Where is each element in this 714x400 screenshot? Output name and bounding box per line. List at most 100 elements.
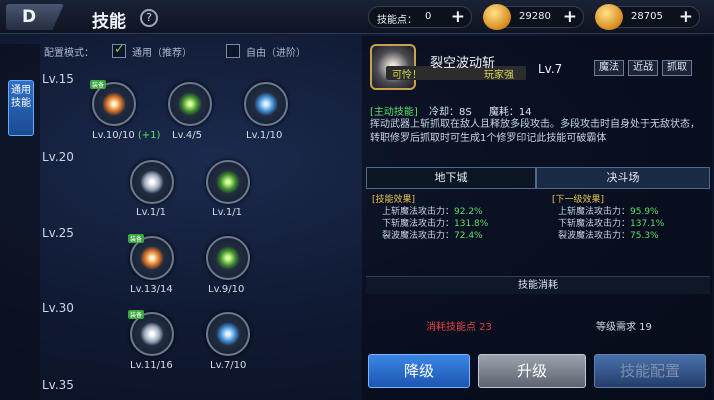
gold-icon xyxy=(483,4,511,30)
level-marker: Lv.30 xyxy=(42,301,74,315)
skill-point-cost: 消耗技能点 23 xyxy=(426,322,492,333)
effect-row: 下斩魔法攻击力：131.8% xyxy=(372,218,488,230)
next-effects-header: [下一级效果] xyxy=(552,195,605,205)
effect-name: 上斩魔法攻击力： xyxy=(558,207,631,217)
tab-dungeon[interactable]: 地下城 xyxy=(366,167,536,189)
general-mode-checkbox[interactable] xyxy=(112,42,126,58)
skill-level: Lv.7 xyxy=(538,62,563,76)
upgrade-button[interactable]: 升级 xyxy=(478,354,586,388)
skill-node-level: Lv.9/10 xyxy=(208,284,245,295)
general-mode-label: 通用（推荐） xyxy=(132,48,192,59)
free-mode-checkbox[interactable] xyxy=(226,44,240,58)
skill-node-level: Lv.1/1 xyxy=(212,207,242,218)
skill-node-level: Lv.7/10 xyxy=(210,360,247,371)
top-bar: D 技能 ? 技能点： 0 + 29280 + 28705 + xyxy=(0,0,714,34)
skill-tag: 近战 xyxy=(628,60,658,76)
add-coin-button[interactable]: + xyxy=(679,7,693,27)
level-marker: Lv.20 xyxy=(42,150,74,164)
skill-node[interactable] xyxy=(206,312,250,356)
overlay-text: 可怜！ xyxy=(392,70,422,81)
add-gold-button[interactable]: + xyxy=(563,7,577,27)
cooldown-value: 8S xyxy=(459,107,472,118)
effect-name: 裂波魔法攻击力： xyxy=(382,231,455,241)
mana-label: 魔耗： xyxy=(488,107,519,118)
level-marker: Lv.35 xyxy=(42,378,74,392)
effect-value: 72.4% xyxy=(454,231,483,241)
config-mode-label: 配置模式： xyxy=(44,48,94,59)
effect-row: 裂波魔法攻击力：75.3% xyxy=(552,230,664,242)
skill-node-level: Lv.1/10 xyxy=(246,130,283,141)
skill-points-value: 0 xyxy=(425,11,432,22)
effect-value: 137.1% xyxy=(630,219,665,229)
claw-skill-icon xyxy=(140,246,164,270)
skill-node-bonus: (+1) xyxy=(137,130,161,141)
level-requirement: 等级需求 19 xyxy=(596,322,652,333)
skill-node[interactable] xyxy=(168,82,212,126)
effect-name: 下斩魔法攻击力： xyxy=(382,219,455,229)
skill-stats: [主动技能] 冷却：8S 魔耗：14 xyxy=(370,103,532,118)
effect-row: 上斩魔法攻击力：95.9% xyxy=(552,206,664,218)
effect-value: 131.8% xyxy=(454,219,489,229)
upward-strike-skill-icon xyxy=(216,322,240,346)
coin-icon xyxy=(595,4,623,30)
skill-points-label: 技能点： xyxy=(377,15,417,26)
effect-row: 下斩魔法攻击力：137.1% xyxy=(552,218,664,230)
spirit-skill-icon xyxy=(216,170,240,194)
skill-node[interactable]: 装备 xyxy=(128,310,174,356)
skill-config-button[interactable]: 技能配置 xyxy=(594,354,706,388)
skill-node[interactable] xyxy=(206,236,250,280)
back-icon: D xyxy=(22,7,37,27)
skill-node[interactable]: 装备 xyxy=(128,234,174,280)
effect-name: 上斩魔法攻击力： xyxy=(382,207,455,217)
skill-node-level: Lv.4/5 xyxy=(172,130,202,141)
help-icon[interactable]: ? xyxy=(140,9,158,27)
level-marker: Lv.15 xyxy=(42,72,74,86)
skill-type: [主动技能] xyxy=(370,107,418,118)
spin-skill-icon xyxy=(140,322,164,346)
skill-tag: 抓取 xyxy=(662,60,692,76)
skill-node-level: Lv.11/16 xyxy=(130,360,173,371)
skill-node[interactable] xyxy=(244,82,288,126)
effect-row: 上斩魔法攻击力：92.2% xyxy=(372,206,488,218)
current-effects-header: [技能效果] xyxy=(372,195,416,205)
skill-node[interactable] xyxy=(130,160,174,204)
add-skill-points-button[interactable]: + xyxy=(451,7,465,27)
tab-general-skills[interactable]: 通用技能 xyxy=(8,80,34,136)
overlay-text: 玩家强 xyxy=(484,70,514,81)
effect-name: 裂波魔法攻击力： xyxy=(558,231,631,241)
current-effects: [技能效果] 上斩魔法攻击力：92.2% 下斩魔法攻击力：131.8% 裂波魔法… xyxy=(372,194,488,242)
skill-tag: 魔法 xyxy=(594,60,624,76)
skill-points-counter: 技能点： 0 + xyxy=(368,6,472,28)
gold-counter: 29280 + xyxy=(483,4,584,30)
skill-node-level: Lv.10/10 (+1) xyxy=(92,130,160,141)
skill-description: 挥动武器上斩抓取在敌人且释放多段攻击。多段攻击时自身处于无敌状态，转职修罗后抓取… xyxy=(370,119,700,144)
skill-node-level-text: Lv.10/10 xyxy=(92,130,135,141)
level-marker: Lv.25 xyxy=(42,226,74,240)
coin-counter: 28705 + xyxy=(595,4,700,30)
skill-node-level: Lv.13/14 xyxy=(130,284,173,295)
cooldown-label: 冷却： xyxy=(429,107,459,118)
skill-node[interactable] xyxy=(206,160,250,204)
slash-skill-icon xyxy=(102,92,126,116)
tab-arena[interactable]: 决斗场 xyxy=(536,167,710,189)
gold-value: 29280 xyxy=(519,11,551,22)
wave-skill-icon xyxy=(140,170,164,194)
multi-blade-skill-icon xyxy=(216,246,240,270)
page-title: 技能 xyxy=(92,12,126,32)
mana-value: 14 xyxy=(518,107,532,118)
equipped-badge: 装备 xyxy=(128,234,145,243)
skill-node[interactable]: 装备 xyxy=(90,80,136,126)
coin-value: 28705 xyxy=(631,11,663,22)
effect-name: 下斩魔法攻击力： xyxy=(558,219,631,229)
ice-skill-icon xyxy=(254,92,278,116)
back-button[interactable]: D xyxy=(6,4,64,30)
equipped-badge: 装备 xyxy=(90,80,107,89)
skill-node-level: Lv.1/1 xyxy=(136,207,166,218)
effect-value: 92.2% xyxy=(454,207,483,217)
skill-cost-header: 技能消耗 xyxy=(366,276,710,294)
blade-skill-icon xyxy=(178,92,202,116)
downgrade-button[interactable]: 降级 xyxy=(368,354,470,388)
effect-value: 75.3% xyxy=(630,231,659,241)
effect-value: 95.9% xyxy=(630,207,659,217)
effect-row: 裂波魔法攻击力：72.4% xyxy=(372,230,488,242)
